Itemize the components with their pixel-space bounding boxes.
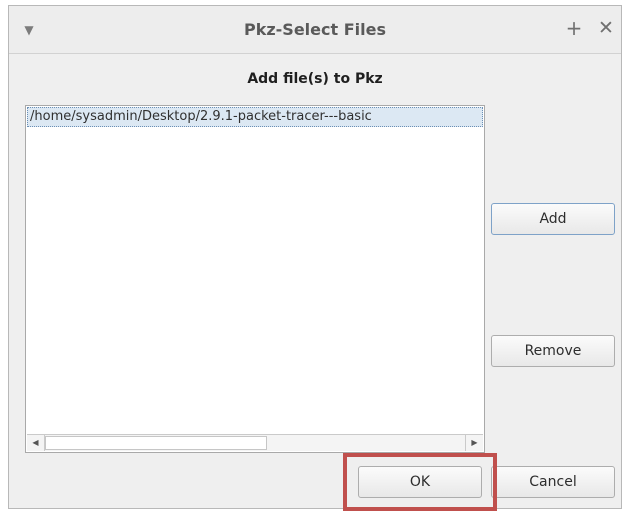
window-title: Pkz-Select Files: [243, 20, 386, 39]
horizontal-scrollbar[interactable]: ◀ ▶: [27, 434, 483, 451]
remove-button[interactable]: Remove: [491, 335, 615, 367]
add-button[interactable]: Add: [491, 203, 615, 235]
file-list[interactable]: /home/sysadmin/Desktop/2.9.1-packet-trac…: [25, 105, 485, 453]
dialog-heading: Add file(s) to Pkz: [247, 71, 383, 87]
title-bar: ▼ Pkz-Select Files + ✕: [9, 6, 621, 54]
ok-button[interactable]: OK: [358, 466, 482, 498]
pkz-select-files-dialog: ▼ Pkz-Select Files + ✕ Add file(s) to Pk…: [8, 5, 622, 511]
maximize-icon[interactable]: +: [564, 18, 584, 38]
list-item[interactable]: /home/sysadmin/Desktop/2.9.1-packet-trac…: [27, 107, 483, 127]
close-icon[interactable]: ✕: [597, 18, 615, 38]
scroll-right-icon[interactable]: ▶: [465, 435, 483, 451]
cancel-button[interactable]: Cancel: [491, 466, 615, 498]
scroll-left-icon[interactable]: ◀: [27, 435, 45, 451]
scrollbar-thumb[interactable]: [45, 436, 267, 450]
